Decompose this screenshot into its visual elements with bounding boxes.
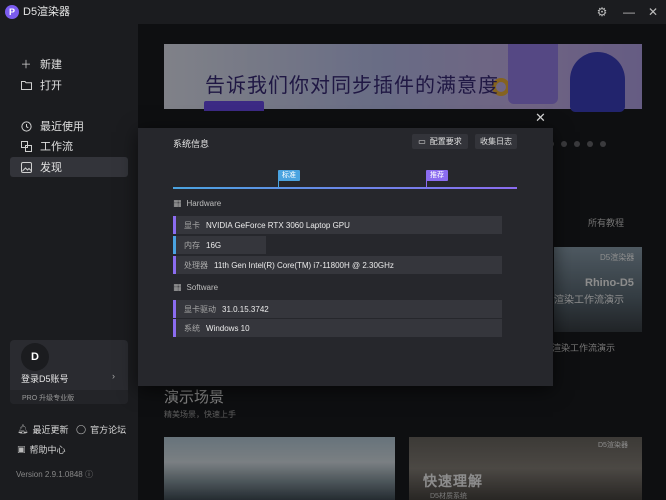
version-label: Version 2.9.1.0848 ⓘ [16,469,93,480]
app-name: D5渲染器 [23,6,71,18]
title-bar [0,0,666,24]
grid-icon: ▦ [173,282,182,292]
standard-marker-label: 标准 [278,170,300,181]
minimize-icon[interactable]: — [621,4,637,20]
version-text: Version 2.9.1.0848 [16,470,83,479]
image-icon [20,161,32,173]
forum-link[interactable]: ◯ 官方论坛 [76,423,126,436]
sidebar-item-label: 最近使用 [40,121,84,133]
info-value: 31.0.15.3742 [222,304,269,314]
info-row-driver: 显卡驱动 31.0.15.3742 [173,300,502,318]
workflow-icon [20,140,32,152]
requirements-label: 配置要求 [429,137,462,146]
sidebar-item-discover[interactable]: 发现 [10,157,128,177]
chat-icon: ▭ [418,137,426,146]
info-key: 系统 [184,323,200,333]
info-key: 内存 [184,240,200,250]
sidebar-item-label: 工作流 [40,141,73,153]
info-value: 16G [206,240,222,250]
info-value: NVIDIA GeForce RTX 3060 Laptop GPU [206,220,350,230]
plus-icon: ＋ [20,59,32,71]
software-heading: ▦ Software [173,282,218,293]
info-key: 处理器 [184,260,208,270]
close-icon[interactable]: ✕ [535,111,546,124]
login-label[interactable]: 登录D5账号 [21,372,69,385]
help-center-link[interactable]: ▣ 帮助中心 [17,443,66,456]
hardware-heading: ▦ Hardware [173,198,221,209]
clock-icon [20,120,32,132]
settings-icon[interactable]: ⚙ [594,4,610,20]
sidebar-item-workflow[interactable]: 工作流 [10,136,128,156]
sidebar-item-label: 发现 [40,162,62,174]
pro-upgrade-label: PRO 升级专业版 [22,395,75,402]
info-row-os: 系统 Windows 10 [173,319,502,337]
bell-icon: 🔔︎ [17,424,29,434]
hardware-heading-label: Hardware [186,199,222,208]
performance-track [173,187,517,189]
avatar: D [21,343,49,371]
app-logo: P [5,5,19,19]
close-icon[interactable]: ✕ [645,4,661,20]
info-row-cpu: 处理器 11th Gen Intel(R) Core(TM) i7-11800H… [173,256,502,274]
info-row-gpu: 显卡 NVIDIA GeForce RTX 3060 Laptop GPU [173,216,502,234]
info-key: 显卡驱动 [184,304,216,314]
sidebar-item-new[interactable]: ＋ 新建 [10,54,128,74]
chip-icon: ▦ [173,198,182,208]
recent-updates-label: 最近更新 [32,425,69,435]
forum-label: 官方论坛 [90,425,127,435]
info-row-memory: 内存 16G [173,236,266,254]
info-value: 11th Gen Intel(R) Core(TM) i7-11800H @ 2… [214,260,394,270]
software-heading-label: Software [186,283,219,292]
info-icon[interactable]: ⓘ [85,470,93,479]
chat-icon: ◯ [76,424,87,434]
sidebar-item-recent[interactable]: 最近使用 [10,116,128,136]
chevron-right-icon: › [112,371,115,381]
sidebar-item-label: 打开 [40,80,62,92]
collect-log-button[interactable]: 收集日志 [475,134,517,149]
sidebar-item-label: 新建 [40,59,62,71]
help-icon: ▣ [17,444,26,454]
help-center-label: 帮助中心 [29,445,66,455]
sidebar-item-open[interactable]: 打开 [10,75,128,95]
info-value: Windows 10 [206,323,250,333]
recent-updates-link[interactable]: 🔔︎ 最近更新 [17,423,68,436]
modal-title: 系统信息 [173,139,210,149]
requirements-button[interactable]: ▭ 配置要求 [412,134,468,149]
recommended-marker-label: 推荐 [426,170,448,181]
folder-icon [20,79,32,91]
info-key: 显卡 [184,220,200,230]
